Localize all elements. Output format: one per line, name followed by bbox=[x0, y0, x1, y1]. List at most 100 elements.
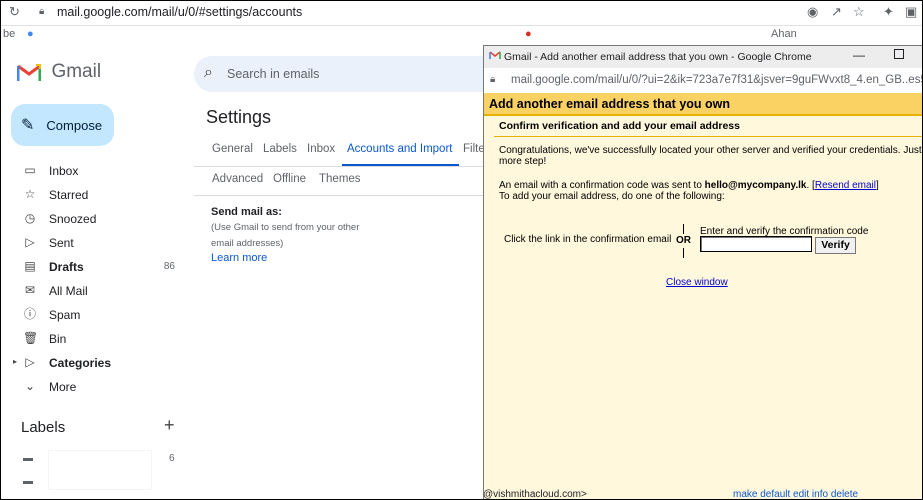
sidebar-item-label: Sent bbox=[49, 236, 74, 250]
gmail-m-icon bbox=[16, 62, 42, 82]
sidebar-item-starred[interactable]: ☆ Starred bbox=[1, 183, 191, 207]
labels-heading: Labels bbox=[21, 419, 66, 436]
add-label-icon[interactable]: + bbox=[164, 415, 175, 436]
bookmarks-bar: be ● ● Ahan bbox=[1, 26, 922, 46]
tabs-divider bbox=[194, 195, 484, 196]
tab-filters[interactable]: Filte bbox=[463, 143, 485, 155]
pencil-icon: ✎ bbox=[21, 117, 35, 134]
sidebar-item-spam[interactable]: ⓘ Spam bbox=[1, 303, 191, 327]
maps-bookmark-icon[interactable]: ● bbox=[27, 28, 34, 40]
compose-label: Compose bbox=[46, 117, 103, 133]
compose-button[interactable]: ✎ Compose bbox=[11, 104, 114, 146]
page-title: Settings bbox=[206, 107, 272, 127]
bookmark-star-icon[interactable]: ☆ bbox=[853, 4, 865, 20]
all-mail-icon: ✉ bbox=[24, 283, 36, 297]
sidebar-item-label: Categories bbox=[49, 356, 112, 370]
sidebar-item-label: Bin bbox=[49, 332, 67, 346]
chevron-down-icon: ⌄ bbox=[24, 379, 36, 393]
tab-advanced[interactable]: Advanced bbox=[212, 173, 263, 185]
background-account-row: @vishmithacloud.com> make default edit i… bbox=[483, 489, 922, 499]
bin-icon: 🗑︎ bbox=[23, 331, 39, 345]
browser-address-bar: ↻ 🔒︎ mail.google.com/mail/u/0/#settings/… bbox=[1, 1, 922, 26]
reload-icon[interactable]: ↻ bbox=[9, 4, 20, 20]
sidebar-item-inbox[interactable]: ▭ Inbox bbox=[1, 159, 191, 183]
sidebar-item-label: Starred bbox=[49, 188, 89, 202]
tab-inbox[interactable]: Inbox bbox=[307, 143, 335, 155]
gmail-brand: Gmail bbox=[51, 61, 102, 82]
eye-icon[interactable]: ◉ bbox=[807, 4, 818, 20]
send-mail-as-description: (Use Gmail to send from your other email… bbox=[211, 222, 360, 249]
sidebar-item-label: Drafts bbox=[49, 260, 84, 274]
gmail-logo[interactable]: Gmail bbox=[16, 61, 102, 83]
popup-header-text: Add another email address that you own bbox=[489, 97, 731, 111]
expand-arrow-icon[interactable]: ▸ bbox=[11, 355, 19, 369]
popup-window-title: Gmail - Add another email address that y… bbox=[504, 51, 812, 63]
congrats-line-2: more step! bbox=[499, 156, 547, 167]
sidebar-item-sent[interactable]: ▷ Sent bbox=[1, 231, 191, 255]
popup-header: Add another email address that you own bbox=[484, 93, 922, 116]
label-tag-icon: ▬ bbox=[23, 476, 33, 487]
close-window-link[interactable]: Close window bbox=[666, 277, 728, 289]
popup-subheader-text: Confirm verification and add your email … bbox=[499, 120, 740, 132]
learn-more-link[interactable]: Learn more bbox=[211, 252, 267, 264]
search-icon: ⌕ bbox=[204, 64, 213, 81]
sent-prefix: An email with a confirmation code was se… bbox=[499, 180, 702, 191]
draft-icon: ▤ bbox=[24, 259, 36, 273]
send-mail-as-title: Send mail as: bbox=[211, 206, 282, 218]
share-icon[interactable]: ↗ bbox=[831, 4, 842, 20]
confirmation-code-input[interactable] bbox=[700, 236, 812, 252]
inbox-icon: ▭ bbox=[24, 163, 36, 177]
address-url[interactable]: mail.google.com/mail/u/0/#settings/accou… bbox=[57, 5, 302, 19]
tabs-divider bbox=[194, 166, 484, 167]
sidebar-item-snoozed[interactable]: ◷ Snoozed bbox=[1, 207, 191, 231]
sidebar-item-categories[interactable]: ▸ ▷ Categories bbox=[1, 351, 191, 375]
label-tag-icon: ▬ bbox=[23, 453, 33, 464]
screenshot-frame: ↻ 🔒︎ mail.google.com/mail/u/0/#settings/… bbox=[0, 0, 923, 500]
drafts-count: 86 bbox=[163, 261, 175, 272]
tab-general[interactable]: General bbox=[212, 143, 253, 155]
maximize-icon[interactable] bbox=[894, 49, 904, 59]
send-icon: ▷ bbox=[25, 235, 35, 249]
account-actions[interactable]: make default edit info delete bbox=[733, 489, 858, 499]
gmail-icon bbox=[489, 50, 501, 60]
lock-icon: 🔒︎ bbox=[490, 74, 496, 85]
popup-url[interactable]: mail.google.com/mail/u/0/?ui=2&ik=723a7e… bbox=[511, 74, 922, 86]
verify-button[interactable]: Verify bbox=[815, 237, 856, 254]
resend-email-link[interactable]: Resend email bbox=[815, 180, 876, 191]
clock-icon: ◷ bbox=[24, 211, 36, 225]
bookmark-right[interactable]: Ahan bbox=[771, 28, 797, 40]
label-icon: ▷ bbox=[25, 355, 35, 369]
sidebar-item-label: More bbox=[49, 380, 77, 394]
star-icon: ☆ bbox=[24, 187, 36, 201]
sidebar-item-label: Spam bbox=[49, 308, 81, 322]
or-divider-bottom bbox=[683, 248, 684, 258]
sidebar-item-all-mail[interactable]: ✉ All Mail bbox=[1, 279, 191, 303]
do-one-line: To add your email address, do one of the… bbox=[499, 191, 725, 202]
sidebar-item-bin[interactable]: 🗑︎ Bin bbox=[1, 327, 191, 351]
tab-offline[interactable]: Offline bbox=[273, 173, 306, 185]
lock-icon[interactable]: 🔒︎ bbox=[39, 6, 44, 17]
sidebar-nav: ▭ Inbox ☆ Starred ◷ Snoozed ▷ Sent ▤ Dra… bbox=[1, 159, 191, 399]
sidebar-item-drafts[interactable]: ▤ Drafts 86 bbox=[1, 255, 191, 279]
search-input[interactable]: Search in emails bbox=[227, 67, 319, 81]
tab-themes[interactable]: Themes bbox=[319, 173, 361, 185]
popup-url-bar: 🔒︎ mail.google.com/mail/u/0/?ui=2&ik=723… bbox=[484, 68, 922, 94]
congrats-line-1: Congratulations, we've successfully loca… bbox=[499, 145, 923, 156]
spam-icon: ⓘ bbox=[23, 307, 36, 321]
sidebar-item-label: Snoozed bbox=[49, 212, 97, 226]
or-divider-top bbox=[683, 224, 684, 234]
popup-subheader: Confirm verification and add your email … bbox=[494, 116, 922, 137]
sidebar-item-label: All Mail bbox=[49, 284, 88, 298]
side-panel-icon[interactable]: ▣ bbox=[905, 4, 917, 20]
search-bar[interactable]: ⌕ Search in emails bbox=[194, 56, 484, 92]
bookmark-fragment[interactable]: be bbox=[3, 28, 15, 40]
label-count: 6 bbox=[169, 453, 175, 464]
bookmark-icon[interactable]: ● bbox=[525, 28, 532, 40]
or-label: OR bbox=[676, 235, 691, 246]
extensions-icon[interactable]: ✦ bbox=[883, 4, 894, 20]
minimize-icon[interactable]: — bbox=[853, 48, 865, 62]
tab-labels[interactable]: Labels bbox=[263, 143, 297, 155]
sidebar-item-more[interactable]: ⌄ More bbox=[1, 375, 191, 399]
add-email-popup-window: Gmail - Add another email address that y… bbox=[483, 45, 923, 499]
tab-accounts-and-import[interactable]: Accounts and Import bbox=[347, 143, 452, 155]
